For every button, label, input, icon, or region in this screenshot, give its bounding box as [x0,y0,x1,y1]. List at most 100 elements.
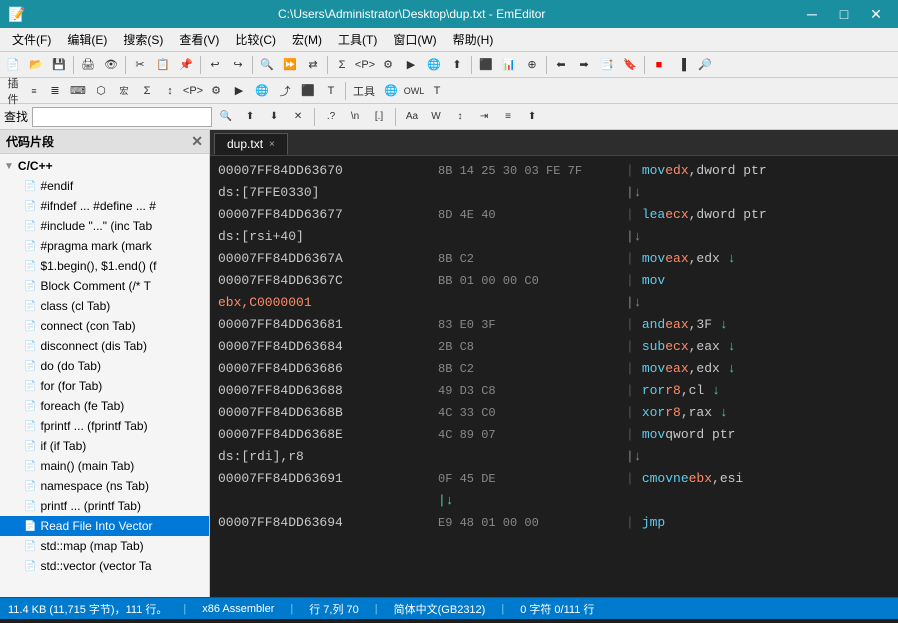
sidebar-close-button[interactable]: ✕ [191,133,203,150]
search-input[interactable] [32,107,212,127]
search-opt9[interactable]: ⬆ [522,107,542,127]
paste-button[interactable]: 📌 [175,54,197,76]
sidebar-item-class[interactable]: 📄class (cl Tab) [0,296,209,316]
sidebar-item-for[interactable]: 📄for (for Tab) [0,376,209,396]
sidebar-item-main[interactable]: 📄main() (main Tab) [0,456,209,476]
tb3-stop[interactable]: ■ [648,54,670,76]
menu-view[interactable]: 查看(V) [171,29,227,50]
sidebar-item-read-file[interactable]: 📄Read File Into Vector [0,516,209,536]
sidebar-item-stdvector[interactable]: 📄std::vector (vector Ta [0,556,209,576]
close-button[interactable]: ✕ [862,3,890,25]
tb3-4[interactable]: ▶ [400,54,422,76]
search-opt8[interactable]: ≡ [498,107,518,127]
snippet-btn3[interactable]: ≣ [44,80,66,102]
sidebar-item-namespace[interactable]: 📄namespace (ns Tab) [0,476,209,496]
snippet-btn2[interactable]: ≡ [25,80,43,102]
search-btn2[interactable]: ⬆ [240,107,260,127]
snippet-btn1[interactable]: 插件 [2,80,24,102]
sidebar-item-if[interactable]: 📄if (if Tab) [0,436,209,456]
tb3-1[interactable]: Σ [331,54,353,76]
sidebar-item-stdmap[interactable]: 📄std::map (map Tab) [0,536,209,556]
minimize-button[interactable]: ─ [798,3,826,25]
snippet-btn8[interactable]: ↕ [159,80,181,102]
snippet-btn7[interactable]: Σ [136,80,158,102]
tb3-3[interactable]: ⚙ [377,54,399,76]
menu-search[interactable]: 搜索(S) [115,29,171,50]
find-button[interactable]: 🔍 [256,54,278,76]
snippet-btn5[interactable]: ⬡ [90,80,112,102]
search-opt4[interactable]: Aa [402,107,422,127]
tb3-14[interactable]: ▐ [671,54,693,76]
menu-compare[interactable]: 比较(C) [227,29,284,50]
tb3-2[interactable]: <P> [354,54,376,76]
menu-tools[interactable]: 工具(T) [330,29,385,50]
tb3-15[interactable]: 🔎 [694,54,716,76]
new-button[interactable]: 📄 [2,54,24,76]
search-opt7[interactable]: ⇥ [474,107,494,127]
search-opt3[interactable]: [.] [369,107,389,127]
tb3-12[interactable]: 📑 [596,54,618,76]
open-button[interactable]: 📂 [25,54,47,76]
sidebar-item-endif[interactable]: 📄#endif [0,176,209,196]
sidebar-item-block-comment[interactable]: 📄Block Comment (/* T [0,276,209,296]
snippet-btn12[interactable]: 🌐 [251,80,273,102]
editor[interactable]: 00007FF84DD636708B 14 25 30 03 FE 7F|mov… [210,156,898,597]
search-opt5[interactable]: W [426,107,446,127]
snippet-btn9[interactable]: <P> [182,80,204,102]
menu-edit[interactable]: 编辑(E) [59,29,115,50]
snippet-btn10[interactable]: ⚙ [205,80,227,102]
undo-button[interactable]: ↩ [204,54,226,76]
search-opt6[interactable]: ↕ [450,107,470,127]
snippet-btn11[interactable]: ▶ [228,80,250,102]
tb3-10[interactable]: ⬅ [550,54,572,76]
sidebar-item-foreach[interactable]: 📄foreach (fe Tab) [0,396,209,416]
replace-button[interactable]: ⇄ [302,54,324,76]
sidebar-folder-cpp[interactable]: ▼C/C++ [0,156,209,176]
tab-close-button[interactable]: × [269,139,275,150]
sidebar-item-pragma[interactable]: 📄#pragma mark (mark [0,236,209,256]
tb3-9[interactable]: ⊕ [521,54,543,76]
sidebar-item-printf[interactable]: 📄printf ... (printf Tab) [0,496,209,516]
sidebar-item-ifndef[interactable]: 📄#ifndef ... #define ... # [0,196,209,216]
sidebar-item-disconnect[interactable]: 📄disconnect (dis Tab) [0,336,209,356]
print-button[interactable]: 🖨 [77,54,99,76]
search-btn3[interactable]: ⬇ [264,107,284,127]
tools-btn4[interactable]: T [426,80,448,102]
snippet-btn14[interactable]: ⬛ [297,80,319,102]
tb3-7[interactable]: ⬛ [475,54,497,76]
tb3-5[interactable]: 🌐 [423,54,445,76]
menu-macro[interactable]: 宏(M) [284,29,330,50]
snippet-btn4[interactable]: ⌨ [67,80,89,102]
tools-btn2[interactable]: 🌐 [380,80,402,102]
menu-help[interactable]: 帮助(H) [445,29,502,50]
code-line: 00007FF84DD6367A8B C2|mov eax,edx↓ [210,248,898,270]
sidebar-item-fprintf[interactable]: 📄fprintf ... (fprintf Tab) [0,416,209,436]
maximize-button[interactable]: □ [830,3,858,25]
snippet-btn15[interactable]: T [320,80,342,102]
search-opt1[interactable]: .? [321,107,341,127]
findnext-button[interactable]: ⏩ [279,54,301,76]
tb3-11[interactable]: ➡ [573,54,595,76]
save-button[interactable]: 💾 [48,54,70,76]
redo-button[interactable]: ↪ [227,54,249,76]
tb3-13[interactable]: 🔖 [619,54,641,76]
preview-button[interactable]: 👁 [100,54,122,76]
sidebar-item-connect[interactable]: 📄connect (con Tab) [0,316,209,336]
tab-dup-txt[interactable]: dup.txt × [214,133,288,155]
sidebar-item-include[interactable]: 📄#include "..." (inc Tab [0,216,209,236]
sidebar-item-begin[interactable]: 📄$1.begin(), $1.end() (f [0,256,209,276]
cut-button[interactable]: ✂ [129,54,151,76]
tb3-6[interactable]: ⬆ [446,54,468,76]
search-btn4[interactable]: ✕ [288,107,308,127]
copy-button[interactable]: 📋 [152,54,174,76]
menu-file[interactable]: 文件(F) [4,29,59,50]
snippet-btn6[interactable]: 宏 [113,80,135,102]
tb3-8[interactable]: 📊 [498,54,520,76]
menu-window[interactable]: 窗口(W) [385,29,444,50]
sidebar-item-do[interactable]: 📄do (do Tab) [0,356,209,376]
snippet-btn13[interactable]: ⤴ [274,80,296,102]
search-btn1[interactable]: 🔍 [216,107,236,127]
tools-label[interactable]: 工具 [349,80,379,102]
tools-btn3[interactable]: OWL [403,80,425,102]
search-opt2[interactable]: \n [345,107,365,127]
